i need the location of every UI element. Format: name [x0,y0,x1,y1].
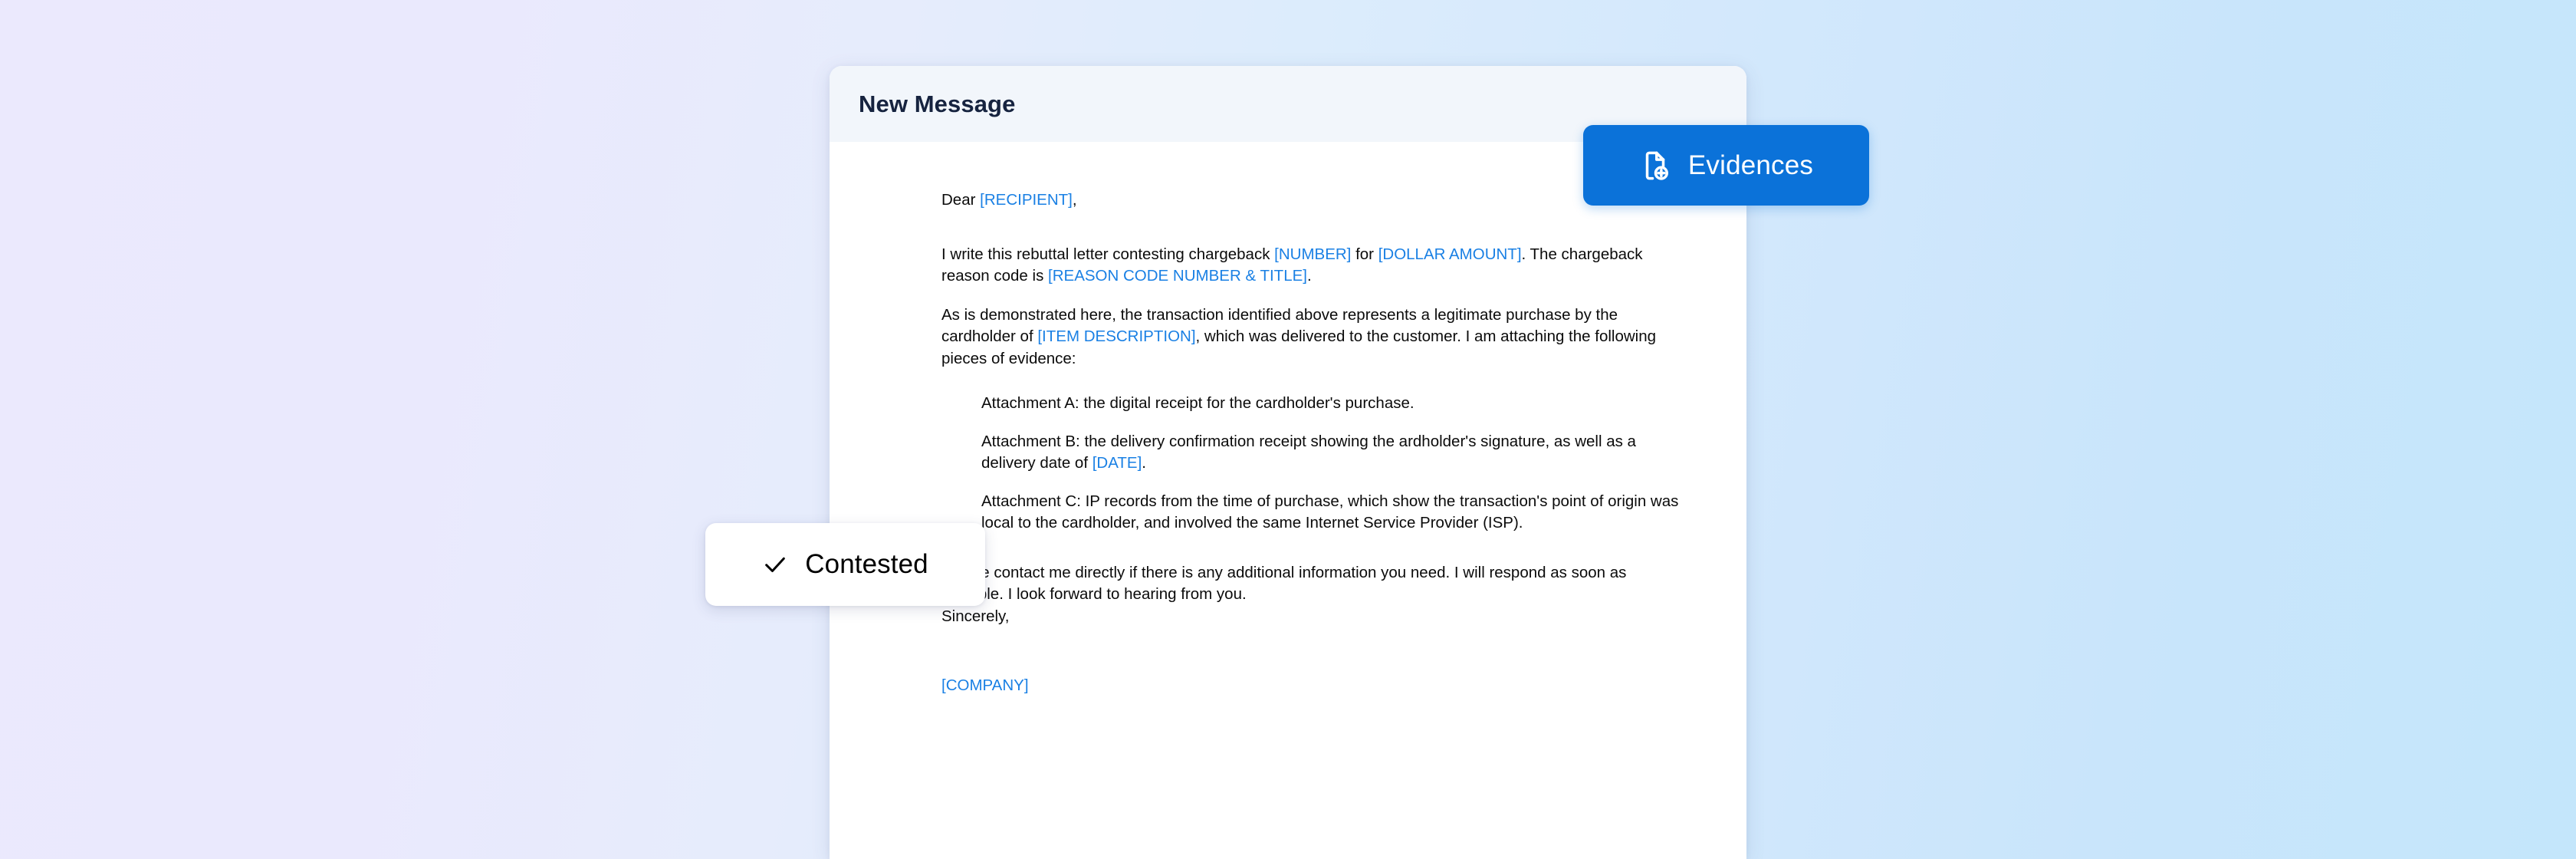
para1-seg4: . [1306,267,1312,285]
list-item: Attachment C: IP records from the time o… [981,491,1679,535]
file-plus-icon [1639,150,1671,182]
page-title: New Message [859,90,1016,117]
attachment-a-seg1: Attachment A: the digital receipt for th… [981,394,1414,412]
placeholder-dollar-amount[interactable]: [DOLLAR AMOUNT] [1378,245,1522,263]
placeholder-item-description[interactable]: [ITEM DESCRIPTION] [1037,327,1195,345]
evidences-button[interactable]: Evidences [1583,125,1869,206]
status-badge[interactable]: Contested [705,523,985,606]
screen: New Message Dear [RECIPIENT], I write th… [0,0,2576,859]
letter-paragraph-2: As is demonstrated here, the transaction… [941,304,1662,370]
evidences-button-label: Evidences [1687,150,1814,180]
list-item: Attachment A: the digital receipt for th… [981,393,1679,415]
para1-seg1: I write this rebuttal letter contesting … [941,245,1275,263]
para1-seg2: for [1351,245,1378,263]
greeting-suffix: , [1072,191,1077,209]
greeting-prefix: Dear [941,191,981,209]
placeholder-number[interactable]: [NUMBER] [1274,245,1351,263]
attachment-b-seg2: . [1142,454,1146,472]
letter-paragraph-1: I write this rebuttal letter contesting … [941,244,1662,288]
attachment-list: Attachment A: the digital receipt for th… [981,393,1679,535]
placeholder-date[interactable]: [DATE] [1092,454,1142,472]
signature-company: [COMPANY] [941,675,1685,697]
status-badge-label: Contested [805,549,928,579]
check-icon [762,551,788,578]
list-item: Attachment B: the delivery confirmation … [981,431,1679,475]
letter-closing: Please contact me directly if there is a… [941,562,1662,628]
placeholder-reason-code[interactable]: [REASON CODE NUMBER & TITLE] [1048,267,1307,285]
attachment-c-seg1: Attachment C: IP records from the time o… [981,492,1679,532]
placeholder-company[interactable]: [COMPANY] [941,676,1029,694]
attachment-b-seg1: Attachment B: the delivery confirmation … [981,432,1636,472]
closing-line-2: Sincerely, [941,607,1010,625]
closing-line-1: Please contact me directly if there is a… [941,563,1627,604]
letter-greeting: Dear [RECIPIENT], [941,189,1662,212]
placeholder-recipient[interactable]: [RECIPIENT] [980,191,1073,209]
letter-body[interactable]: Dear [RECIPIENT], I write this rebuttal … [830,142,1746,697]
